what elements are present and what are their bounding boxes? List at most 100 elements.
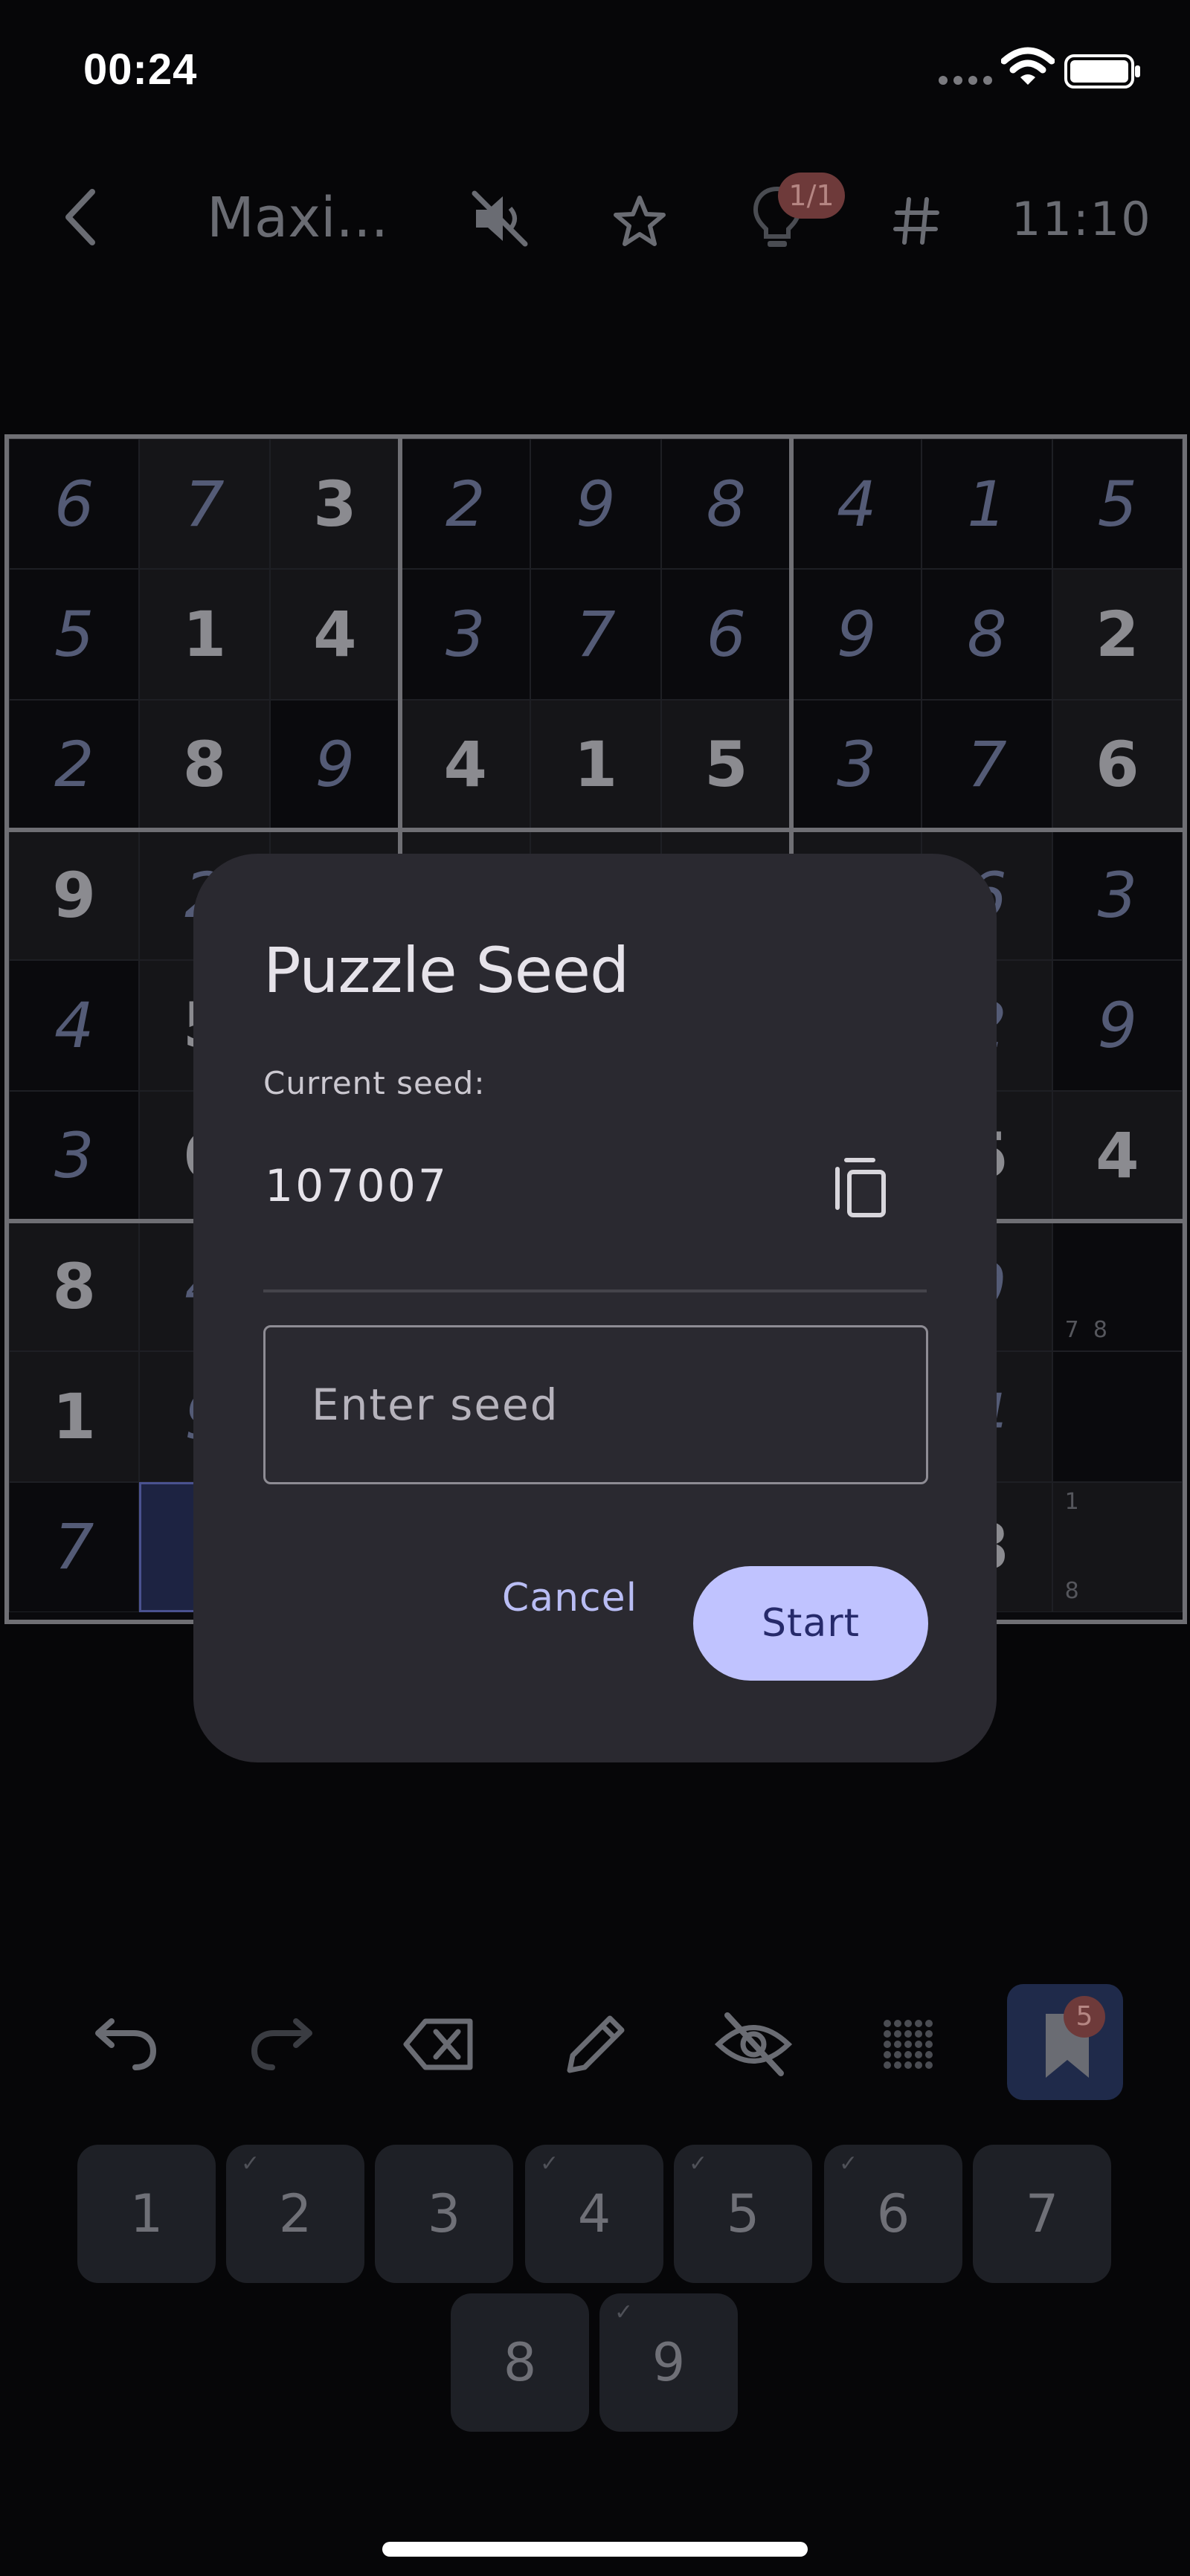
completed-check-icon: ✓ <box>839 2151 858 2177</box>
number-key-1[interactable]: 1 <box>77 2145 216 2283</box>
board-cell[interactable]: 3 <box>1052 830 1183 961</box>
undo-icon[interactable] <box>83 2003 165 2085</box>
board-cell[interactable]: 7 <box>9 1481 140 1612</box>
board-cell[interactable]: 7 <box>139 439 270 570</box>
cell-digit: 5 <box>1097 467 1138 541</box>
number-key-2[interactable]: 2 ✓ <box>226 2145 364 2283</box>
status-time: 00:24 <box>83 45 198 94</box>
number-key-label: 6 <box>876 2183 910 2244</box>
wifi-icon <box>1001 47 1055 85</box>
current-seed-value: 107007 <box>265 1160 449 1212</box>
back-arrow-icon[interactable] <box>60 187 104 247</box>
seed-input[interactable] <box>263 1325 928 1484</box>
board-cell[interactable]: 7 8 <box>1052 1221 1183 1352</box>
board-cell[interactable]: 3 <box>791 699 922 830</box>
board-cell[interactable]: 4 <box>400 699 531 830</box>
cell-digit: 9 <box>52 858 96 932</box>
board-cell[interactable]: 9 <box>791 569 922 700</box>
number-key-label: 7 <box>1025 2183 1059 2244</box>
cell-digit: 6 <box>1096 728 1139 802</box>
board-cell[interactable]: 4 <box>791 439 922 570</box>
cell-digit: 1 <box>52 1379 96 1453</box>
board-cell[interactable]: 8 <box>9 1221 140 1352</box>
copy-icon[interactable] <box>824 1150 898 1224</box>
number-key-4[interactable]: 4 ✓ <box>525 2145 663 2283</box>
cell-digit: 5 <box>704 728 748 802</box>
board-cell[interactable]: 1 <box>139 569 270 700</box>
board-cell[interactable]: 1 <box>530 699 661 830</box>
board-cell[interactable]: 9 <box>1052 960 1183 1091</box>
cell-digit: 7 <box>54 1510 94 1584</box>
cell-digit: 8 <box>52 1249 96 1323</box>
hash-icon[interactable] <box>892 196 940 245</box>
cancel-button[interactable]: Cancel <box>477 1550 662 1646</box>
board-cell[interactable]: 3 <box>269 439 400 570</box>
board-cell[interactable]: 6 <box>660 569 791 700</box>
board-cell[interactable]: 5 <box>9 569 140 700</box>
board-cell[interactable]: 6 <box>9 439 140 570</box>
box-divider <box>9 828 1183 832</box>
hide-icon[interactable] <box>713 2003 794 2085</box>
cell-digit: 8 <box>706 467 747 541</box>
puzzle-seed-dialog: Puzzle Seed Current seed: 107007 Cancel … <box>193 854 997 1762</box>
number-key-3[interactable]: 3 <box>375 2145 513 2283</box>
grid-dots-icon[interactable] <box>867 2003 949 2085</box>
board-cell[interactable] <box>1052 1351 1183 1482</box>
number-key-5[interactable]: 5 ✓ <box>674 2145 812 2283</box>
board-cell[interactable]: 4 <box>269 569 400 700</box>
board-cell[interactable]: 1 <box>9 1351 140 1482</box>
board-cell[interactable]: 7 <box>922 699 1052 830</box>
number-key-9[interactable]: 9 ✓ <box>599 2293 738 2432</box>
number-key-7[interactable]: 7 <box>973 2145 1111 2283</box>
erase-icon[interactable] <box>399 2003 480 2085</box>
cell-digit: 1 <box>573 728 618 802</box>
number-key-label: 8 <box>503 2332 537 2393</box>
sound-off-icon[interactable] <box>469 187 531 250</box>
board-cell[interactable]: 8 <box>922 569 1052 700</box>
board-cell[interactable]: 8 <box>139 699 270 830</box>
current-seed-label: Current seed: <box>263 1065 486 1101</box>
board-cell[interactable]: 2 <box>1052 569 1183 700</box>
cell-digit: 3 <box>836 728 877 802</box>
signal-icon <box>939 76 992 85</box>
board-cell[interactable]: 2 <box>9 699 140 830</box>
board-cell[interactable]: 1 <box>922 439 1052 570</box>
redo-icon[interactable] <box>242 2003 324 2085</box>
number-key-6[interactable]: 6 ✓ <box>824 2145 962 2283</box>
board-cell[interactable]: 5 <box>660 699 791 830</box>
cell-notes: 8 <box>1064 1577 1079 1604</box>
cell-digit: 2 <box>1096 597 1139 671</box>
number-key-label: 9 <box>652 2332 686 2393</box>
board-cell[interactable]: 9 <box>9 830 140 961</box>
timer: 11:10 <box>1012 192 1152 246</box>
number-key-8[interactable]: 8 <box>451 2293 589 2432</box>
number-key-label: 4 <box>577 2183 611 2244</box>
pencil-icon[interactable] <box>555 2003 637 2085</box>
board-cell[interactable]: 5 <box>1052 439 1183 570</box>
start-button[interactable]: Start <box>693 1566 928 1681</box>
dialog-title: Puzzle Seed <box>263 934 629 1007</box>
board-cell[interactable]: 4 <box>1052 1090 1183 1221</box>
board-cell[interactable]: 7 <box>530 569 661 700</box>
star-icon[interactable] <box>613 195 666 248</box>
completed-check-icon: ✓ <box>540 2151 559 2177</box>
cell-digit: 3 <box>445 597 486 671</box>
dialog-divider <box>263 1289 927 1292</box>
cell-digit: 9 <box>576 467 616 541</box>
cell-digit: 7 <box>967 728 1007 802</box>
number-key-label: 2 <box>278 2183 312 2244</box>
board-cell[interactable]: 3 <box>9 1090 140 1221</box>
board-cell[interactable]: 9 <box>269 699 400 830</box>
board-cell[interactable]: 18 <box>1052 1481 1183 1612</box>
board-cell[interactable]: 3 <box>400 569 531 700</box>
number-key-label: 1 <box>129 2183 164 2244</box>
board-cell[interactable]: 4 <box>9 960 140 1091</box>
game-title: Maxi... <box>207 186 389 250</box>
cell-digit: 4 <box>1096 1119 1139 1193</box>
cell-digit: 4 <box>54 988 94 1062</box>
cell-digit: 1 <box>182 597 227 671</box>
board-cell[interactable]: 9 <box>530 439 661 570</box>
board-cell[interactable]: 8 <box>660 439 791 570</box>
board-cell[interactable]: 2 <box>400 439 531 570</box>
board-cell[interactable]: 6 <box>1052 699 1183 830</box>
